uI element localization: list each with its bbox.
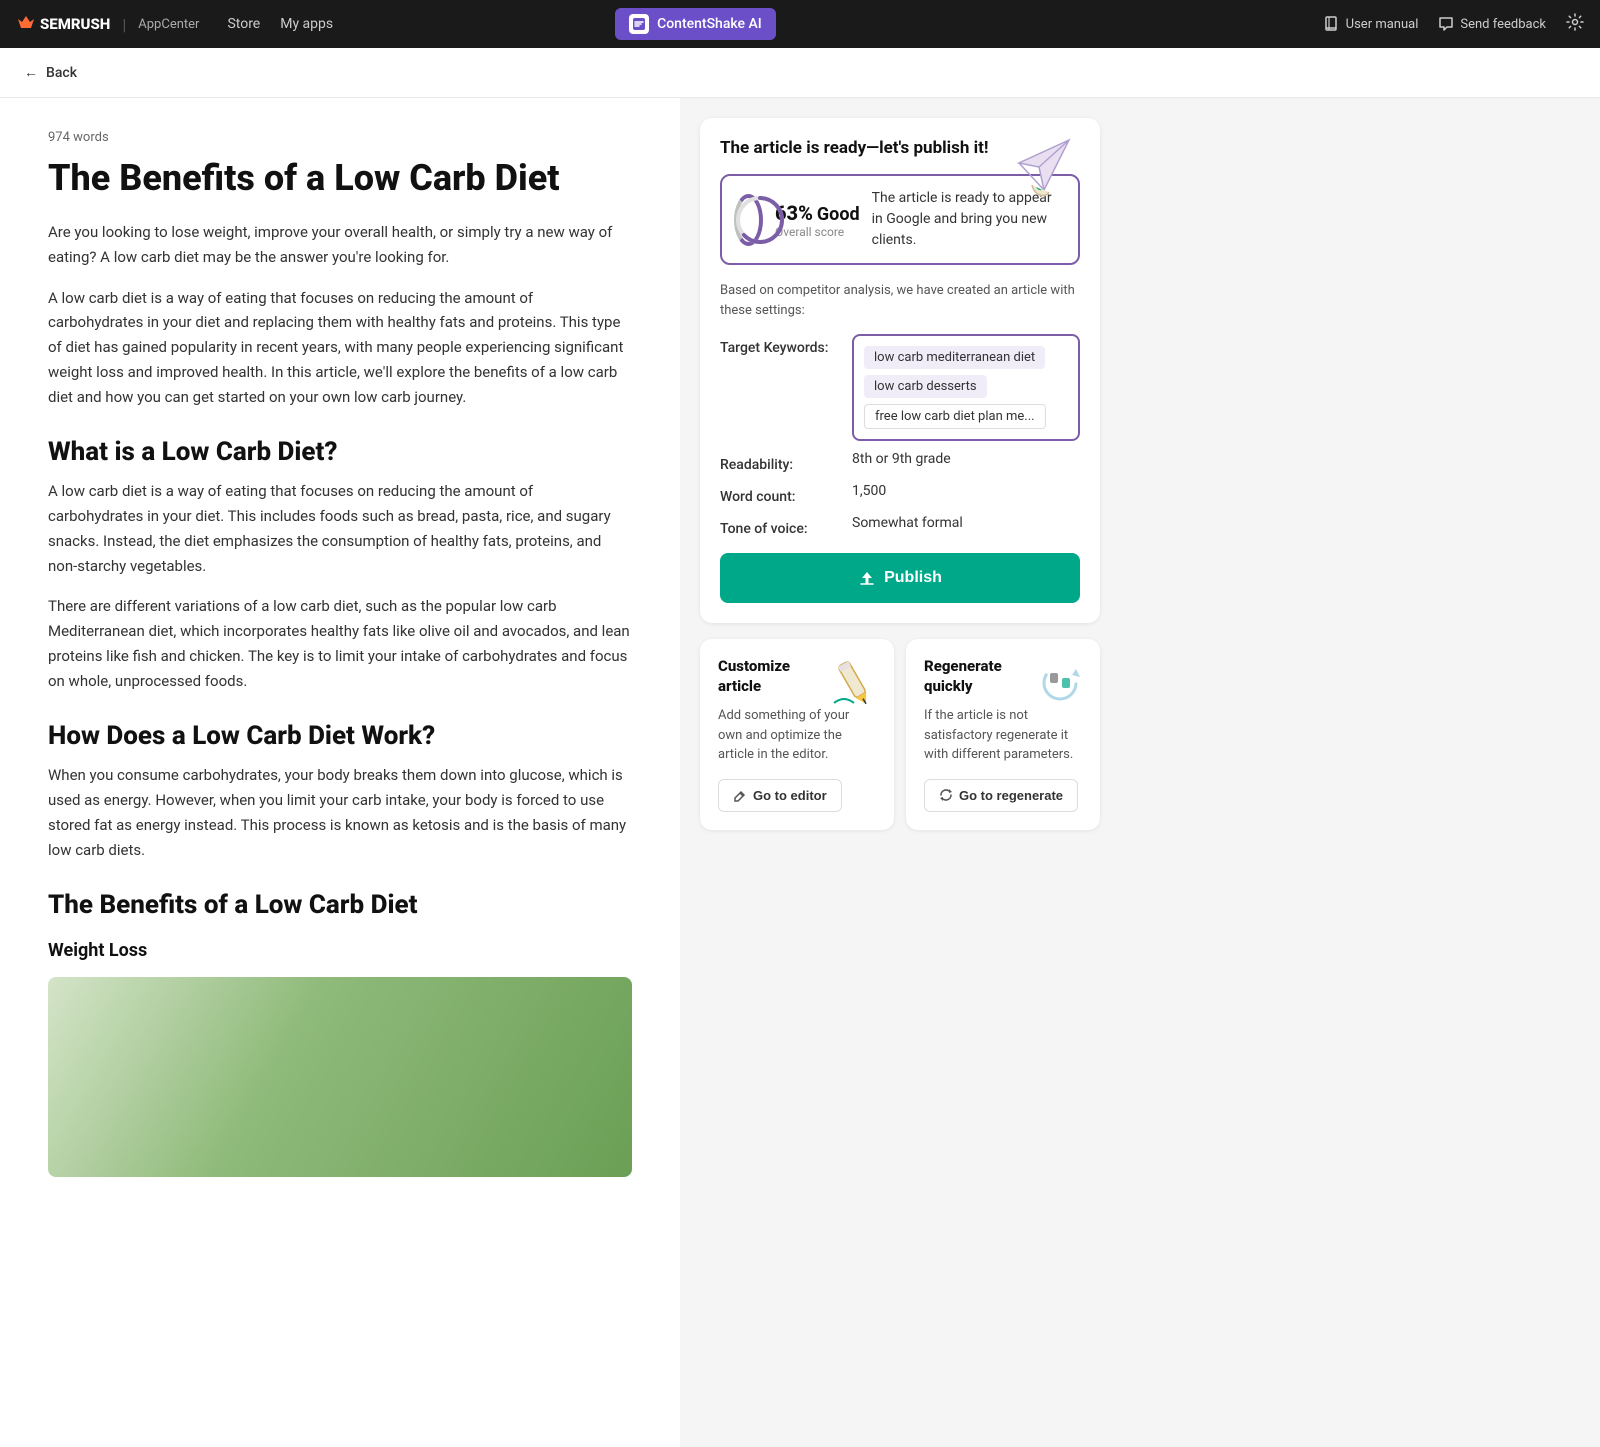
nav-separator: |	[122, 15, 126, 34]
go-to-editor-button[interactable]: Go to editor	[718, 779, 842, 812]
go-to-editor-label: Go to editor	[753, 788, 827, 803]
article-section2-title: How Does a Low Carb Diet Work?	[48, 721, 632, 751]
back-button[interactable]: ← Back	[0, 48, 1600, 98]
article-para-1: Are you looking to lose weight, improve …	[48, 220, 632, 270]
article-section1-text2: There are different variations of a low …	[48, 594, 632, 693]
score-text-group: 63% Good Overall score	[775, 201, 860, 239]
customize-illustration	[824, 653, 884, 713]
my-apps-link[interactable]: My apps	[280, 16, 333, 32]
go-to-regenerate-label: Go to regenerate	[959, 788, 1063, 803]
score-label-text: Good	[817, 204, 860, 225]
app-icon	[629, 14, 649, 34]
user-manual-btn[interactable]: User manual	[1324, 16, 1419, 32]
publish-icon	[858, 569, 876, 587]
customize-card-desc: Add something of your own and optimize t…	[718, 706, 876, 765]
tone-label: Tone of voice:	[720, 515, 840, 537]
article-para-2: A low carb diet is a way of eating that …	[48, 286, 632, 410]
pencil-icon	[733, 788, 747, 802]
article-section1-title: What is a Low Carb Diet?	[48, 437, 632, 467]
article-image	[48, 977, 632, 1177]
brand-logo[interactable]: SEMRUSH | AppCenter	[16, 14, 199, 34]
keywords-box: low carb mediterranean diet low carb des…	[852, 334, 1080, 441]
readability-label: Readability:	[720, 451, 840, 473]
regenerate-illustration	[1030, 653, 1090, 713]
article-section3-title: The Benefits of a Low Carb Diet	[48, 890, 632, 920]
appcenter-label: AppCenter	[138, 17, 199, 32]
article-title: The Benefits of a Low Carb Diet	[48, 157, 632, 200]
main-layout: 974 words The Benefits of a Low Carb Die…	[0, 98, 1600, 1447]
progress-ring-svg	[734, 194, 786, 246]
right-panel: The article is ready—let's publish it! 6…	[680, 98, 1120, 1447]
app-name: ContentShake AI	[657, 16, 762, 32]
publish-button[interactable]: Publish	[720, 553, 1080, 603]
back-label: Back	[46, 65, 77, 81]
top-navigation: SEMRUSH | AppCenter Store My apps Conten…	[0, 0, 1600, 48]
gear-svg	[1566, 13, 1584, 31]
tone-value: Somewhat formal	[852, 515, 963, 531]
settings-icon[interactable]	[1566, 13, 1584, 36]
score-sub-label: Overall score	[775, 225, 860, 239]
readability-row: Readability: 8th or 9th grade	[720, 451, 1080, 473]
app-badge[interactable]: ContentShake AI	[615, 8, 776, 40]
word-count-row: Word count: 1,500	[720, 483, 1080, 505]
paper-plane-decoration	[1004, 130, 1084, 204]
regenerate-card-desc: If the article is not satisfactory regen…	[924, 706, 1082, 765]
semrush-icon	[16, 14, 36, 34]
word-count: 974 words	[48, 130, 632, 145]
paper-plane-svg	[1004, 130, 1084, 200]
keyword-chip-1: low carb mediterranean diet	[864, 346, 1045, 369]
score-circle	[734, 194, 763, 246]
settings-intro: Based on competitor analysis, we have cr…	[720, 281, 1080, 320]
readability-value: 8th or 9th grade	[852, 451, 951, 467]
publish-card: The article is ready—let's publish it! 6…	[700, 118, 1100, 623]
regenerate-card: Regenerate quickly If the article is not…	[906, 639, 1100, 830]
semrush-label: SEMRUSH	[40, 15, 110, 33]
contentshake-icon	[632, 17, 646, 31]
article-pane: 974 words The Benefits of a Low Carb Die…	[0, 98, 680, 1447]
back-arrow-icon: ←	[24, 64, 38, 81]
keywords-row: Target Keywords: low carb mediterranean …	[720, 334, 1080, 441]
article-section2-text: When you consume carbohydrates, your bod…	[48, 763, 632, 862]
article-section3-sub: Weight Loss	[48, 940, 632, 961]
bottom-cards: Customize article Add something of your …	[700, 639, 1100, 830]
article-body: Are you looking to lose weight, improve …	[48, 220, 632, 1177]
send-feedback-label: Send feedback	[1460, 17, 1546, 32]
keyword-chip-3: free low carb diet plan me...	[864, 404, 1046, 429]
article-image-inner	[48, 977, 632, 1177]
user-manual-label: User manual	[1346, 17, 1419, 32]
go-to-regenerate-button[interactable]: Go to regenerate	[924, 779, 1078, 812]
keywords-label: Target Keywords:	[720, 334, 840, 356]
word-count-val: 1,500	[852, 483, 886, 499]
book-icon	[1324, 16, 1340, 32]
article-section1-text: A low carb diet is a way of eating that …	[48, 479, 632, 578]
regen-icon	[939, 788, 953, 802]
tone-row: Tone of voice: Somewhat formal	[720, 515, 1080, 537]
customize-card: Customize article Add something of your …	[700, 639, 894, 830]
pencil-svg	[824, 653, 884, 713]
keyword-chip-2: low carb desserts	[864, 375, 987, 398]
store-link[interactable]: Store	[227, 16, 260, 32]
publish-btn-label: Publish	[884, 569, 942, 587]
send-feedback-btn[interactable]: Send feedback	[1438, 16, 1546, 32]
feedback-icon	[1438, 16, 1454, 32]
regen-svg	[1030, 653, 1090, 713]
word-count-key: Word count:	[720, 483, 840, 505]
